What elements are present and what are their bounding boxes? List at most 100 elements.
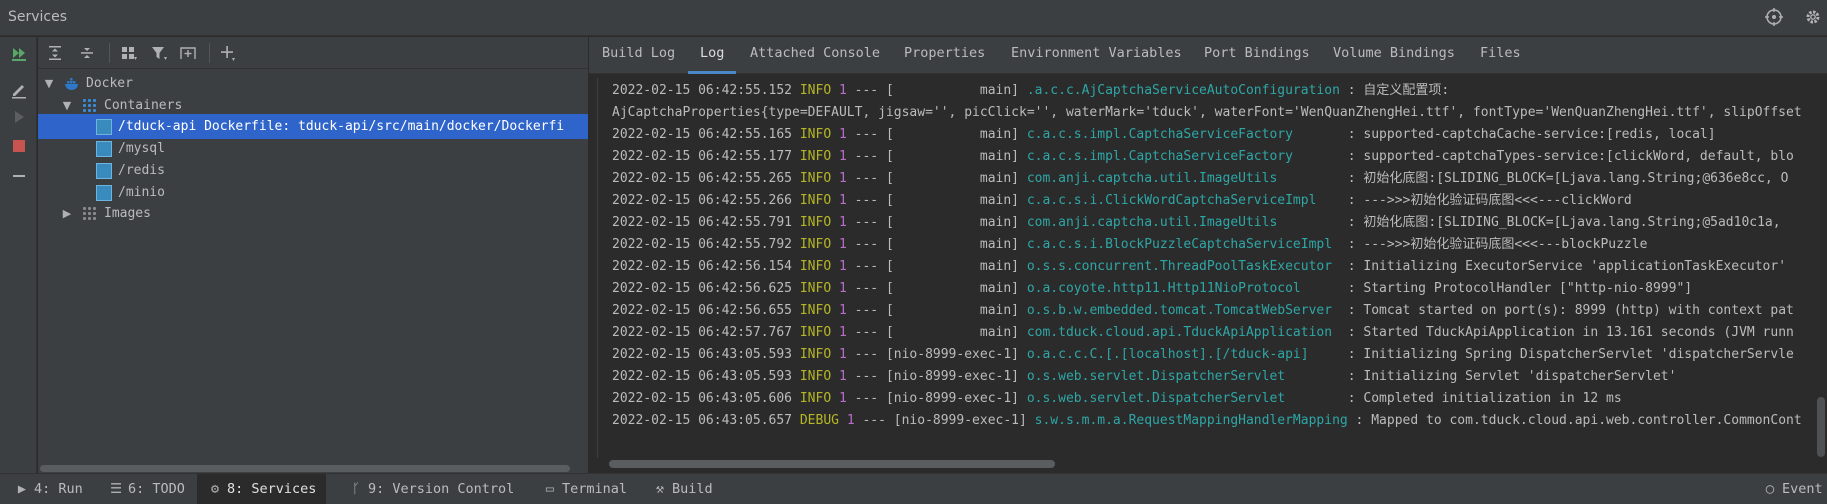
window-title: Services xyxy=(8,9,68,25)
services-tree: ▼ Docker ▼ Containers /tduck-api Dockerf… xyxy=(38,70,588,450)
log-line: 2022-02-15 06:43:05.606 INFO 1 --- [nio-… xyxy=(612,388,1622,410)
tool-window-todo[interactable]: ☰ 6: TODO xyxy=(98,474,195,504)
tab-attached-console[interactable]: Attached Console xyxy=(750,37,880,74)
tool-window-run[interactable]: ▶ 4: Run xyxy=(4,474,93,504)
scrollbar-thumb[interactable] xyxy=(609,460,1055,468)
log-line: 2022-02-15 06:43:05.593 INFO 1 --- [nio-… xyxy=(612,344,1794,366)
log-pid: 1 xyxy=(838,325,847,340)
log-logger: s.w.s.m.m.a.RequestMappingHandlerMapping xyxy=(1034,413,1348,428)
tree-node-label: /redis xyxy=(118,163,165,178)
tree-node-label: Images xyxy=(104,206,151,221)
log-pid: 1 xyxy=(838,193,847,208)
images-icon xyxy=(82,205,98,222)
collapse-all-icon[interactable] xyxy=(75,41,99,65)
list-icon: ☰ xyxy=(109,481,123,497)
log-message: : Completed initialization in 12 ms xyxy=(1339,391,1622,406)
log-logger: com.tduck.cloud.api.TduckApiApplication xyxy=(1026,325,1340,340)
tool-window-services[interactable]: ⚙ 8: Services xyxy=(197,474,327,504)
log-console[interactable]: 2022-02-15 06:42:55.152 INFO 1 --- [ mai… xyxy=(597,78,1827,458)
run-icon[interactable] xyxy=(7,105,31,129)
log-line: 2022-02-15 06:42:56.154 INFO 1 --- [ mai… xyxy=(612,256,1786,278)
log-thread: --- [ main] xyxy=(846,171,1027,186)
log-logger: com.anji.captcha.util.ImageUtils xyxy=(1026,171,1340,186)
tool-window-label: Build xyxy=(672,481,713,497)
container-icon xyxy=(96,162,112,179)
tool-window-build[interactable]: ⚒ Build xyxy=(642,474,723,504)
log-thread: --- [ main] xyxy=(846,149,1027,164)
log-level: INFO xyxy=(799,215,832,230)
log-logger: o.s.b.w.embedded.tomcat.TomcatWebServer xyxy=(1026,303,1340,318)
tree-node-label: /minio xyxy=(118,185,165,200)
container-details-panel: Build Log Log Attached Console Propertie… xyxy=(589,37,1827,473)
log-message: : supported-captchaCache-service:[redis,… xyxy=(1339,127,1716,142)
tool-window-label: 8: Services xyxy=(227,481,317,497)
log-timestamp: 2022-02-15 06:43:05.657 xyxy=(612,413,793,428)
log-thread: --- [ main] xyxy=(846,303,1027,318)
log-logger: c.a.c.s.impl.CaptchaServiceFactory xyxy=(1026,149,1340,164)
rerun-icon[interactable] xyxy=(7,41,31,65)
add-icon[interactable] xyxy=(216,41,240,65)
log-message: : --->>>初始化验证码底图<<<---clickWord xyxy=(1339,193,1632,208)
stop-icon[interactable] xyxy=(7,134,31,158)
log-line: 2022-02-15 06:43:05.657 DEBUG 1 --- [nio… xyxy=(612,410,1802,432)
gear-icon[interactable] xyxy=(1803,8,1823,28)
new-tab-icon[interactable] xyxy=(176,41,200,65)
tree-horizontal-scrollbar[interactable] xyxy=(38,464,588,473)
tool-window-label: 4: Run xyxy=(34,481,83,497)
tool-window-event-log[interactable]: ◯ Event xyxy=(1752,474,1827,504)
tree-node-label: Containers xyxy=(104,98,183,113)
container-icon xyxy=(96,118,112,135)
log-level: INFO xyxy=(799,237,832,252)
log-timestamp: 2022-02-15 06:42:55.265 xyxy=(612,171,793,186)
tab-environment-variables[interactable]: Environment Variables xyxy=(1011,37,1182,74)
log-message: : 初始化底图:[SLIDING_BLOCK=[Ljava.lang.Strin… xyxy=(1339,171,1789,186)
log-logger: o.s.web.servlet.DispatcherServlet xyxy=(1026,391,1340,406)
log-line: 2022-02-15 06:42:55.791 INFO 1 --- [ mai… xyxy=(612,212,1781,234)
log-pid: 1 xyxy=(838,303,847,318)
minus-icon[interactable] xyxy=(7,164,31,188)
log-pid: 1 xyxy=(838,127,847,142)
log-level: INFO xyxy=(799,369,832,384)
log-line: 2022-02-15 06:42:55.165 INFO 1 --- [ mai… xyxy=(612,124,1716,146)
log-timestamp: 2022-02-15 06:42:55.792 xyxy=(612,237,793,252)
tab-build-log[interactable]: Build Log xyxy=(602,37,675,74)
toolbar-separator xyxy=(109,43,110,63)
tab-log[interactable]: Log xyxy=(687,37,737,74)
log-logger: o.a.c.c.C.[.[localhost].[/tduck-api] xyxy=(1026,347,1340,362)
collapsed-arrow-icon[interactable]: ▶ xyxy=(60,207,74,220)
log-message: : Mapped to com.tduck.cloud.api.web.cont… xyxy=(1347,413,1802,428)
log-vertical-scrollbar-thumb[interactable] xyxy=(1817,397,1825,457)
expanded-arrow-icon[interactable]: ▼ xyxy=(42,77,56,90)
expand-all-icon[interactable] xyxy=(43,41,67,65)
log-pid: 1 xyxy=(838,83,847,98)
log-logger: c.a.c.s.impl.CaptchaServiceFactory xyxy=(1026,127,1340,142)
hammer-icon: ⚒ xyxy=(655,481,665,497)
services-tree-panel: ▼ Docker ▼ Containers /tduck-api Dockerf… xyxy=(38,37,588,473)
log-level: INFO xyxy=(799,149,832,164)
log-logger: o.a.coyote.http11.Http11NioProtocol xyxy=(1026,281,1340,296)
scrollbar-thumb[interactable] xyxy=(40,465,570,472)
tab-volume-bindings[interactable]: Volume Bindings xyxy=(1333,37,1455,74)
tree-node-label: Docker xyxy=(86,76,133,91)
tool-window-terminal[interactable]: ▭ Terminal xyxy=(532,474,637,504)
edit-icon[interactable] xyxy=(7,78,31,102)
log-pid: 1 xyxy=(838,369,847,384)
log-horizontal-scrollbar[interactable] xyxy=(597,458,1827,468)
group-by-icon[interactable] xyxy=(117,41,141,65)
expanded-arrow-icon[interactable]: ▼ xyxy=(60,99,74,112)
tool-window-version-control[interactable]: ᚴ 9: Version Control xyxy=(338,474,524,504)
terminal-icon: ▭ xyxy=(545,481,555,497)
tree-node-images[interactable]: ▶ Images xyxy=(38,201,588,226)
log-message: : 自定义配置项: xyxy=(1339,83,1450,98)
log-thread: --- [ main] xyxy=(846,127,1027,142)
tab-port-bindings[interactable]: Port Bindings xyxy=(1204,37,1310,74)
log-pid: 1 xyxy=(846,413,855,428)
log-level: INFO xyxy=(799,325,832,340)
log-pid: 1 xyxy=(838,215,847,230)
tab-files[interactable]: Files xyxy=(1480,37,1521,74)
filter-icon[interactable] xyxy=(147,41,171,65)
log-logger: o.s.s.concurrent.ThreadPoolTaskExecutor xyxy=(1026,259,1340,274)
tab-properties[interactable]: Properties xyxy=(904,37,985,74)
log-line: 2022-02-15 06:42:55.792 INFO 1 --- [ mai… xyxy=(612,234,1647,256)
target-icon[interactable] xyxy=(1764,8,1784,28)
